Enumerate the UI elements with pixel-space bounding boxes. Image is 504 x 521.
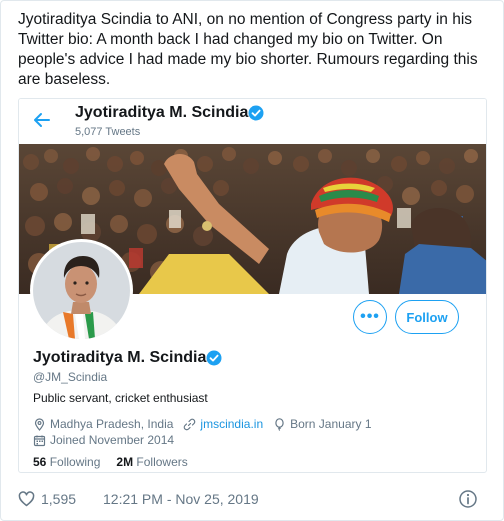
follow-button[interactable]: Follow	[395, 300, 459, 334]
following-count: 56	[33, 455, 47, 469]
profile-joined-row: Joined November 2014	[33, 433, 184, 447]
followers-label: Followers	[136, 455, 188, 469]
profile-card-screenshot: Jyotiraditya M. Scindia 5,077 Tweets •••…	[18, 98, 487, 473]
profile-location: Madhya Pradesh, India	[33, 417, 173, 431]
heart-icon[interactable]	[18, 491, 35, 507]
link-icon	[184, 418, 196, 430]
profile-website-link[interactable]: jmscindia.in	[200, 417, 263, 431]
following-label: Following	[49, 455, 101, 469]
profile-location-text: Madhya Pradesh, India	[50, 417, 174, 431]
followers-count: 2M	[116, 455, 134, 469]
header-display-name: Jyotiraditya M. Scindia	[75, 104, 249, 121]
tweet-timestamp[interactable]: 12:21 PM - Nov 25, 2019	[103, 491, 259, 507]
calendar-icon	[33, 435, 46, 446]
more-options-button[interactable]: •••	[353, 300, 387, 334]
verified-badge-icon	[206, 350, 222, 366]
profile-display-name: Jyotiraditya M. Scindia	[33, 349, 207, 366]
balloon-icon	[275, 417, 284, 431]
like-count[interactable]: 1,595	[41, 491, 76, 507]
profile-meta-row: Madhya Pradesh, India jmscindia.in Born …	[33, 417, 382, 431]
tweet-text: Jyotiraditya Scindia to ANI, on no menti…	[18, 11, 478, 88]
tweet-embed: Jyotiraditya Scindia to ANI, on no menti…	[0, 0, 504, 521]
back-arrow-icon[interactable]	[33, 111, 51, 129]
profile-handle: @JM_Scindia	[33, 370, 108, 384]
following-stat[interactable]: 56 Following	[33, 455, 100, 469]
tweet-footer: 1,595 12:21 PM - Nov 25, 2019	[18, 489, 488, 511]
info-icon[interactable]	[458, 489, 478, 509]
verified-badge-icon	[248, 105, 264, 121]
profile-website[interactable]: jmscindia.in	[183, 417, 263, 431]
followers-stat[interactable]: 2M Followers	[116, 455, 187, 469]
profile-avatar[interactable]	[30, 239, 133, 342]
profile-joined: Joined November 2014	[33, 433, 174, 447]
profile-stats: 56 Following 2M Followers	[33, 455, 188, 469]
profile-header-bar: Jyotiraditya M. Scindia 5,077 Tweets	[19, 99, 486, 144]
profile-joined-text: Joined November 2014	[50, 433, 175, 447]
header-tweet-count: 5,077 Tweets	[75, 126, 141, 138]
profile-birthday: Born January 1	[273, 417, 372, 431]
profile-bio: Public servant, cricket enthusiast	[33, 391, 208, 405]
location-pin-icon	[34, 417, 45, 431]
profile-birthday-text: Born January 1	[290, 417, 372, 431]
